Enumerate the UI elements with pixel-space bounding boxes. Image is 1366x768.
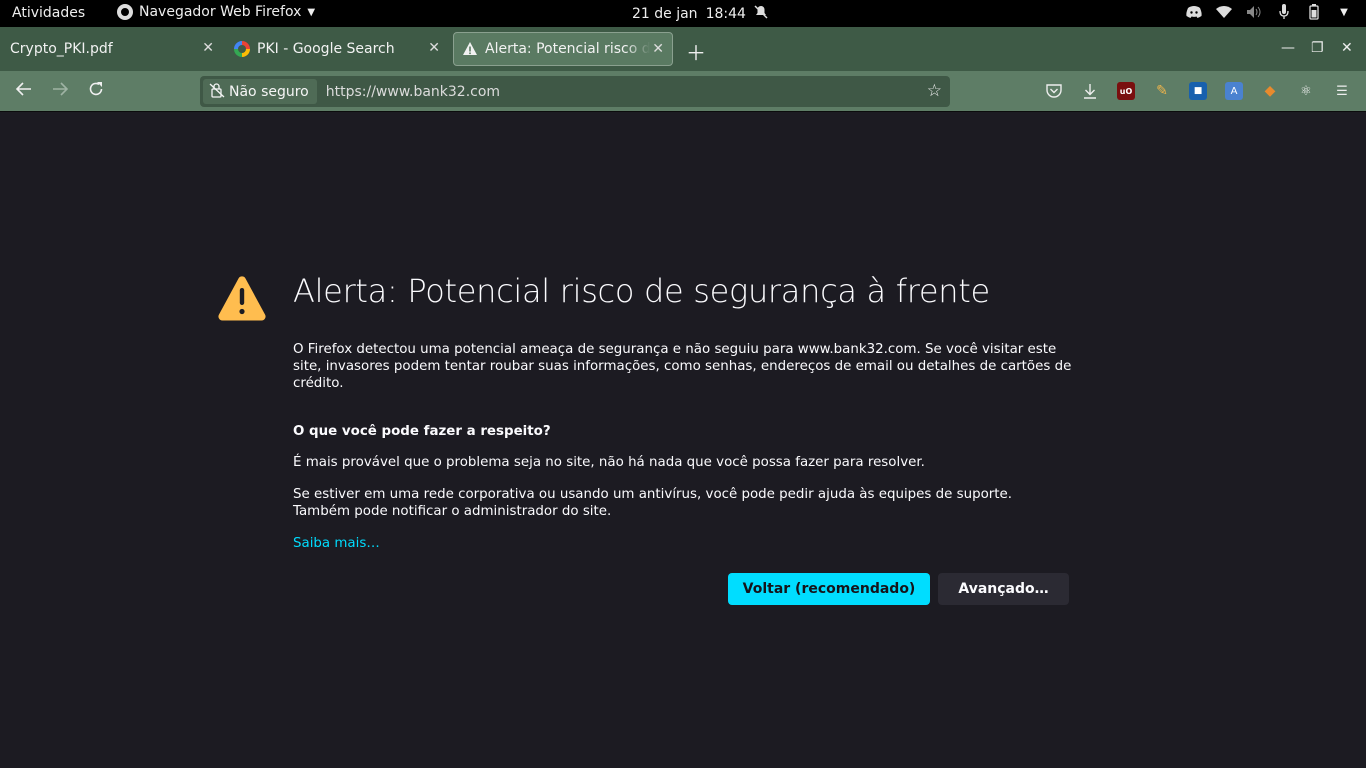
firefox-icon bbox=[117, 4, 133, 20]
forward-button[interactable] bbox=[51, 80, 69, 103]
hamburger-menu-icon[interactable]: ☰ bbox=[1333, 82, 1351, 100]
identity-label: Não seguro bbox=[229, 83, 309, 100]
url-bar[interactable]: Não seguro https://www.bank32.com ☆ bbox=[200, 76, 950, 107]
ublock-origin-icon[interactable]: uO bbox=[1117, 82, 1135, 100]
pocket-icon[interactable] bbox=[1045, 82, 1063, 100]
minimize-button[interactable]: — bbox=[1281, 40, 1295, 56]
page-title: Alerta: Potencial risco de segurança à f… bbox=[293, 272, 990, 310]
translate-icon[interactable]: A bbox=[1225, 82, 1243, 100]
reload-button[interactable] bbox=[87, 80, 105, 103]
extension-icon[interactable]: ✎ bbox=[1153, 82, 1171, 100]
new-tab-button[interactable]: ＋ bbox=[686, 37, 706, 66]
warning-icon bbox=[462, 41, 478, 57]
tab-security-alert[interactable]: Alerta: Potencial risco de segurança à f… bbox=[453, 32, 673, 66]
advice-paragraph: É mais provável que o problema seja no s… bbox=[293, 455, 925, 470]
close-icon[interactable]: ✕ bbox=[202, 40, 214, 56]
app-name: Navegador Web Firefox bbox=[139, 4, 302, 20]
close-icon[interactable]: ✕ bbox=[428, 40, 440, 56]
error-page: Alerta: Potencial risco de segurança à f… bbox=[0, 112, 1366, 768]
back-button[interactable] bbox=[15, 80, 33, 103]
google-icon bbox=[234, 41, 250, 57]
learn-more-link[interactable]: Saiba mais… bbox=[293, 535, 1073, 552]
warning-icon bbox=[217, 275, 267, 325]
react-devtools-icon[interactable]: ⚛ bbox=[1297, 82, 1315, 100]
close-window-button[interactable]: ✕ bbox=[1341, 40, 1353, 56]
what-to-do-heading: O que você pode fazer a respeito? bbox=[293, 424, 551, 439]
clock[interactable]: 21 de jan 18:44 bbox=[632, 5, 768, 23]
metamask-fox-icon[interactable]: ◆ bbox=[1261, 82, 1279, 100]
tab-strip: Crypto_PKI.pdf ✕ PKI - Google Search ✕ A… bbox=[0, 27, 1366, 71]
maximize-button[interactable]: ❐ bbox=[1311, 40, 1324, 56]
time: 18:44 bbox=[705, 6, 746, 22]
volume-icon bbox=[1246, 4, 1262, 20]
microphone-icon bbox=[1276, 4, 1292, 20]
downloads-icon[interactable] bbox=[1081, 82, 1099, 100]
navigation-toolbar: Não seguro https://www.bank32.com ☆ uO ✎… bbox=[0, 71, 1366, 112]
bookmark-star-icon[interactable]: ☆ bbox=[927, 81, 942, 101]
close-icon[interactable]: ✕ bbox=[652, 41, 664, 57]
url-text[interactable]: https://www.bank32.com bbox=[326, 84, 500, 100]
bitwarden-icon[interactable]: ■ bbox=[1189, 82, 1207, 100]
chevron-down-icon: ▼ bbox=[307, 6, 316, 18]
site-identity-button[interactable]: Não seguro bbox=[203, 79, 317, 104]
chevron-down-icon: ▼ bbox=[1340, 6, 1348, 18]
discord-icon[interactable] bbox=[1186, 4, 1202, 20]
go-back-button[interactable]: Voltar (recomendado) bbox=[728, 573, 930, 605]
tab-crypto-pki[interactable]: Crypto_PKI.pdf ✕ bbox=[0, 32, 222, 66]
system-tray[interactable]: ▼ bbox=[1186, 4, 1352, 20]
battery-icon bbox=[1306, 4, 1322, 20]
advanced-button[interactable]: Avançado… bbox=[938, 573, 1069, 605]
wifi-icon bbox=[1216, 4, 1232, 20]
tab-title: Alerta: Potencial risco de segurança à f… bbox=[485, 41, 650, 57]
intro-paragraph: O Firefox detectou uma potencial ameaça … bbox=[293, 342, 1072, 391]
tab-title: Crypto_PKI.pdf bbox=[10, 41, 113, 57]
notifications-off-icon bbox=[754, 5, 768, 23]
activities-button[interactable]: Atividades bbox=[12, 5, 85, 21]
tab-title: PKI - Google Search bbox=[257, 41, 395, 57]
support-paragraph: Se estiver em uma rede corporativa ou us… bbox=[293, 487, 1013, 519]
date: 21 de jan bbox=[632, 6, 698, 22]
system-top-bar: Atividades Navegador Web Firefox ▼ 21 de… bbox=[0, 0, 1366, 27]
app-menu[interactable]: Navegador Web Firefox ▼ bbox=[117, 4, 315, 20]
insecure-lock-icon bbox=[209, 82, 225, 102]
tab-google-search[interactable]: PKI - Google Search ✕ bbox=[226, 32, 448, 66]
